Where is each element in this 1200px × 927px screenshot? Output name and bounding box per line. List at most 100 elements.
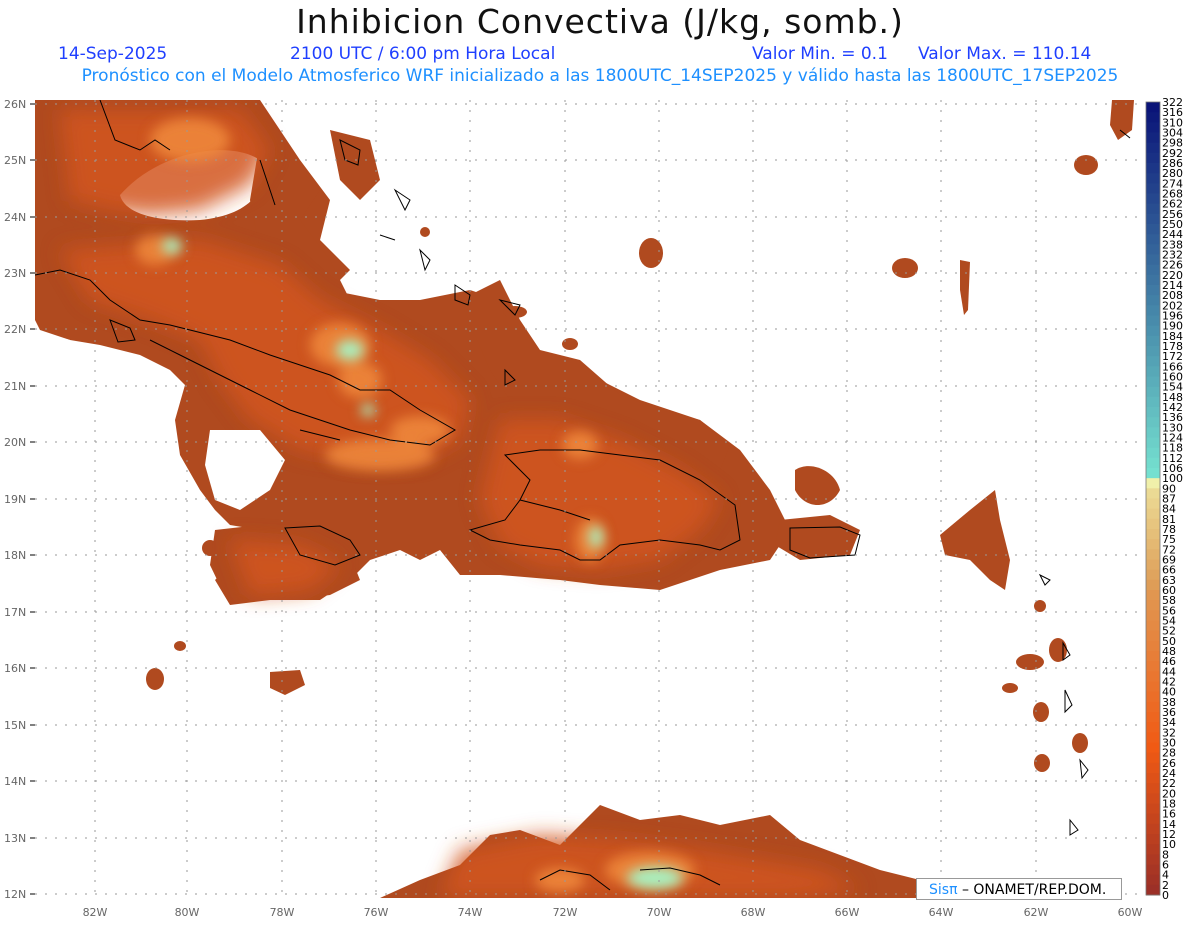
colorbar-swatch [1146, 132, 1160, 144]
colorbar-swatch [1146, 498, 1160, 510]
colorbar-swatch [1146, 356, 1160, 367]
colorbar-swatch [1146, 142, 1160, 154]
colorbar-swatch [1146, 244, 1160, 255]
colorbar-swatch [1146, 813, 1160, 825]
colorbar-swatch [1146, 834, 1160, 845]
colorbar-swatch [1146, 559, 1160, 571]
colorbar-swatch [1146, 661, 1160, 672]
colorbar-swatch [1146, 620, 1160, 632]
colorbar-swatch [1146, 508, 1160, 520]
lat-label: 25N [4, 154, 26, 167]
colorbar-swatch [1146, 102, 1160, 113]
lon-label: 82W [83, 906, 108, 919]
colorbar-swatch [1146, 335, 1160, 347]
colorbar-swatch [1146, 630, 1160, 642]
colorbar-swatch [1146, 590, 1160, 601]
colorbar-swatch [1146, 346, 1160, 357]
lat-label: 24N [4, 211, 26, 224]
colorbar-swatch [1146, 163, 1160, 174]
colorbar-swatch [1146, 213, 1160, 225]
lon-label: 60W [1118, 906, 1143, 919]
colorbar-swatch [1146, 773, 1160, 784]
colorbar-swatch [1146, 488, 1160, 499]
colorbar-swatch [1146, 325, 1160, 337]
colorbar-swatch [1146, 193, 1160, 205]
colorbar-swatch [1146, 457, 1160, 469]
colorbar-swatch [1146, 295, 1160, 306]
colorbar-swatch [1146, 285, 1160, 296]
colorbar-swatch [1146, 518, 1160, 530]
lon-label: 68W [741, 906, 766, 919]
lat-label: 20N [4, 436, 26, 449]
colorbar-swatch [1146, 376, 1160, 388]
colorbar-swatch [1146, 315, 1160, 327]
colorbar-swatch [1146, 783, 1160, 794]
lat-label: 22N [4, 323, 26, 336]
colorbar-swatch [1146, 681, 1160, 693]
colorbar-swatch [1146, 183, 1160, 194]
lat-label: 23N [4, 267, 26, 280]
lon-label: 72W [553, 906, 578, 919]
colorbar-swatch [1146, 600, 1160, 611]
colorbar-swatch [1146, 274, 1160, 286]
colorbar-swatch [1146, 569, 1160, 581]
colorbar-swatch [1146, 437, 1160, 449]
lon-label: 64W [929, 906, 954, 919]
colorbar-swatch [1146, 732, 1160, 743]
colorbar-swatch [1146, 112, 1160, 123]
colorbar-swatch [1146, 529, 1160, 540]
colorbar-swatch [1146, 122, 1160, 133]
colorbar-swatch [1146, 539, 1160, 550]
colorbar-swatch [1146, 823, 1160, 835]
credit-text: – ONAMET/REP.DOM. [957, 882, 1107, 898]
colorbar-swatch [1146, 417, 1160, 428]
lat-labels: 26N 25N 24N 23N 22N 21N 20N 19N 18N 17N … [4, 98, 26, 901]
colorbar-swatch [1146, 793, 1160, 804]
lat-label: 13N [4, 832, 26, 845]
map-canvas: 26N 25N 24N 23N 22N 21N 20N 19N 18N 17N … [4, 96, 1183, 919]
lon-label: 70W [647, 906, 672, 919]
colorbar-swatch [1146, 803, 1160, 815]
colorbar-swatch [1146, 640, 1160, 652]
colorbar-swatch [1146, 610, 1160, 621]
colorbar-swatch [1146, 549, 1160, 560]
colorbar-swatch [1146, 234, 1160, 245]
colorbar-swatch [1146, 447, 1160, 459]
lon-label: 62W [1024, 906, 1049, 919]
colorbar-swatch [1146, 742, 1160, 754]
colorbar-swatch [1146, 651, 1160, 662]
colorbar-swatch [1146, 671, 1160, 682]
colorbar-swatch [1146, 854, 1160, 865]
colorbar-swatch [1146, 722, 1160, 733]
lon-label: 78W [270, 906, 295, 919]
colorbar-label: 0 [1162, 889, 1169, 902]
lon-label: 74W [458, 906, 483, 919]
colorbar-swatch [1146, 407, 1160, 418]
colorbar-swatch [1146, 844, 1160, 855]
colorbar-swatch [1146, 874, 1160, 886]
colorbar-swatch [1146, 264, 1160, 276]
colorbar-swatch [1146, 173, 1160, 184]
lon-label: 80W [175, 906, 200, 919]
colorbar-swatch [1146, 468, 1160, 479]
colorbar-swatch [1146, 752, 1160, 764]
colorbar-swatch [1146, 386, 1160, 398]
colorbar-swatch [1146, 203, 1160, 215]
axis-ticks [30, 103, 35, 895]
lat-label: 26N [4, 98, 26, 111]
lon-label: 66W [835, 906, 860, 919]
lat-label: 12N [4, 888, 26, 901]
colorbar-swatch [1146, 254, 1160, 266]
colorbar-swatch [1146, 478, 1160, 489]
lat-label: 16N [4, 662, 26, 675]
colorbar-swatch [1146, 884, 1160, 896]
lat-label: 21N [4, 380, 26, 393]
lat-label: 15N [4, 719, 26, 732]
colorbar-swatch [1146, 864, 1160, 876]
lon-labels: 82W 80W 78W 76W 74W 72W 70W 68W 66W 64W … [83, 906, 1143, 919]
colorbar-swatch [1146, 152, 1160, 164]
colorbar-swatch [1146, 701, 1160, 713]
colorbar-swatch [1146, 427, 1160, 438]
lat-label: 17N [4, 606, 26, 619]
colorbar-swatch [1146, 366, 1160, 377]
